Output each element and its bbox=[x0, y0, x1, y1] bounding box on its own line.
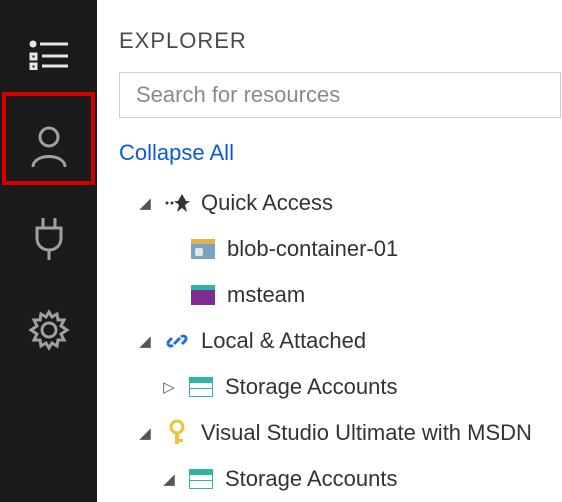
tree-label: blob-container-01 bbox=[227, 236, 398, 262]
chevron-down-icon: ◢ bbox=[161, 470, 177, 488]
tree-node-storage-accounts-2[interactable]: ◢ Storage Accounts bbox=[107, 456, 562, 502]
table-icon bbox=[189, 281, 217, 309]
connect-nav[interactable] bbox=[23, 212, 75, 264]
tree-label: Storage Accounts bbox=[225, 374, 397, 400]
explorer-nav[interactable] bbox=[23, 28, 75, 80]
tree-label: Quick Access bbox=[201, 190, 333, 216]
storage-icon bbox=[187, 373, 215, 401]
person-icon bbox=[28, 123, 70, 169]
key-icon bbox=[163, 419, 191, 447]
settings-nav[interactable] bbox=[23, 304, 75, 356]
chevron-down-icon: ◢ bbox=[137, 424, 153, 442]
tree-node-blob-container[interactable]: blob-container-01 bbox=[107, 226, 562, 272]
tree-node-quick-access[interactable]: ◢ Quick Access bbox=[107, 180, 562, 226]
collapse-all-link[interactable]: Collapse All bbox=[97, 118, 562, 180]
tree-label: Visual Studio Ultimate with MSDN bbox=[201, 420, 532, 446]
search-input[interactable] bbox=[136, 82, 544, 108]
chevron-right-icon: ▷ bbox=[161, 378, 177, 396]
explorer-panel: EXPLORER Collapse All ◢ Quick Access blo… bbox=[97, 0, 562, 502]
tree-label: Local & Attached bbox=[201, 328, 366, 354]
tree-label: Storage Accounts bbox=[225, 466, 397, 492]
blob-container-icon bbox=[189, 235, 217, 263]
explorer-icon bbox=[28, 38, 70, 70]
tree-node-subscription[interactable]: ◢ Visual Studio Ultimate with MSDN bbox=[107, 410, 562, 456]
tree-node-storage-accounts-1[interactable]: ▷ Storage Accounts bbox=[107, 364, 562, 410]
tree-node-local-attached[interactable]: ◢ Local & Attached bbox=[107, 318, 562, 364]
quick-access-icon bbox=[163, 189, 191, 217]
chevron-down-icon: ◢ bbox=[137, 194, 153, 212]
explorer-title: EXPLORER bbox=[97, 0, 562, 72]
accounts-nav[interactable] bbox=[23, 120, 75, 172]
tree-node-msteam[interactable]: msteam bbox=[107, 272, 562, 318]
resource-tree: ◢ Quick Access blob-container-01 msteam … bbox=[97, 180, 562, 502]
search-box[interactable] bbox=[119, 72, 561, 118]
tree-label: msteam bbox=[227, 282, 305, 308]
gear-icon bbox=[27, 308, 71, 352]
plug-icon bbox=[29, 214, 69, 262]
chevron-down-icon: ◢ bbox=[137, 332, 153, 350]
storage-icon bbox=[187, 465, 215, 493]
link-icon bbox=[163, 327, 191, 355]
activity-bar bbox=[0, 0, 97, 502]
